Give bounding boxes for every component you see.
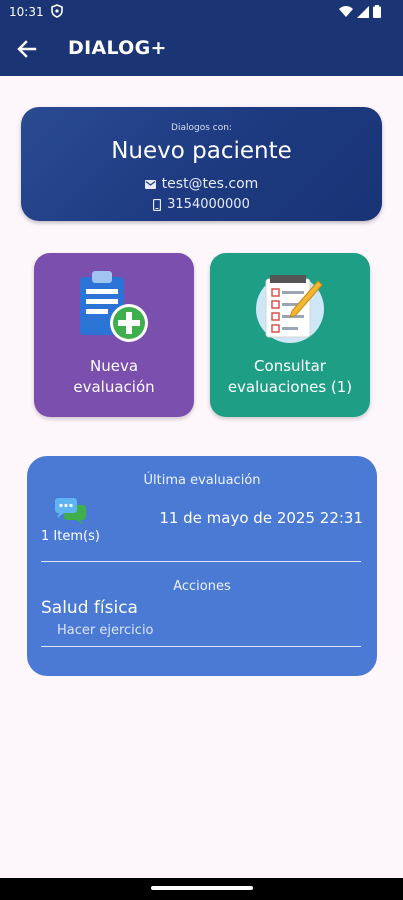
item-count: 1 Item(s): [41, 529, 100, 544]
page-title: DIALOG+: [68, 37, 167, 59]
status-bar: 10:31: [0, 0, 403, 24]
email-icon: [144, 179, 156, 189]
evaluation-date: 11 de mayo de 2025 22:31: [159, 509, 363, 527]
app-bar: 10:31 DIALOG+: [0, 0, 403, 76]
actions-heading: Acciones: [173, 579, 231, 594]
phone-icon: [153, 198, 162, 211]
status-time: 10:31: [9, 5, 44, 19]
patient-name: Nuevo paciente: [111, 138, 292, 164]
clipboard-add-icon: [80, 271, 148, 342]
arrow-back-icon[interactable]: [16, 38, 38, 60]
patient-phone-row: 3154000000: [21, 197, 382, 212]
new-evaluation-label-line2: evaluación: [73, 378, 155, 396]
consult-evaluations-label-line1: Consultar: [254, 357, 326, 375]
consult-evaluations-button[interactable]: Consultar evaluaciones (1): [210, 253, 370, 417]
new-evaluation-button[interactable]: Nueva evaluación: [34, 253, 194, 417]
action-item: Hacer ejercicio: [57, 623, 154, 638]
last-evaluation-heading: Última evaluación: [143, 473, 261, 488]
divider: [41, 646, 361, 647]
last-evaluation-card[interactable]: Última evaluación 1 Item(s) 11 de mayo d…: [27, 456, 377, 676]
patient-phone: 3154000000: [167, 197, 250, 212]
chat-icon: [55, 498, 86, 525]
wifi-icon: [339, 5, 353, 17]
patient-email: test@tes.com: [161, 176, 259, 192]
new-evaluation-label: Nueva evaluación: [34, 356, 194, 398]
patient-email-row: test@tes.com: [21, 176, 382, 192]
home-handle[interactable]: [151, 886, 253, 890]
shield-icon: [51, 4, 63, 18]
checklist-icon: [256, 275, 324, 343]
battery-icon: [373, 5, 381, 18]
cell-signal-icon: [357, 5, 369, 18]
patient-card-label: Dialogos con:: [171, 123, 232, 133]
status-icons: [339, 5, 381, 18]
system-nav-bar: [0, 878, 403, 900]
action-category: Salud física: [41, 598, 138, 618]
consult-evaluations-label: Consultar evaluaciones (1): [210, 356, 370, 398]
divider: [41, 561, 361, 562]
patient-card: Dialogos con: Nuevo paciente test@tes.co…: [21, 107, 382, 221]
consult-evaluations-label-line2: evaluaciones (1): [227, 378, 353, 396]
new-evaluation-label-line1: Nueva: [89, 357, 139, 375]
